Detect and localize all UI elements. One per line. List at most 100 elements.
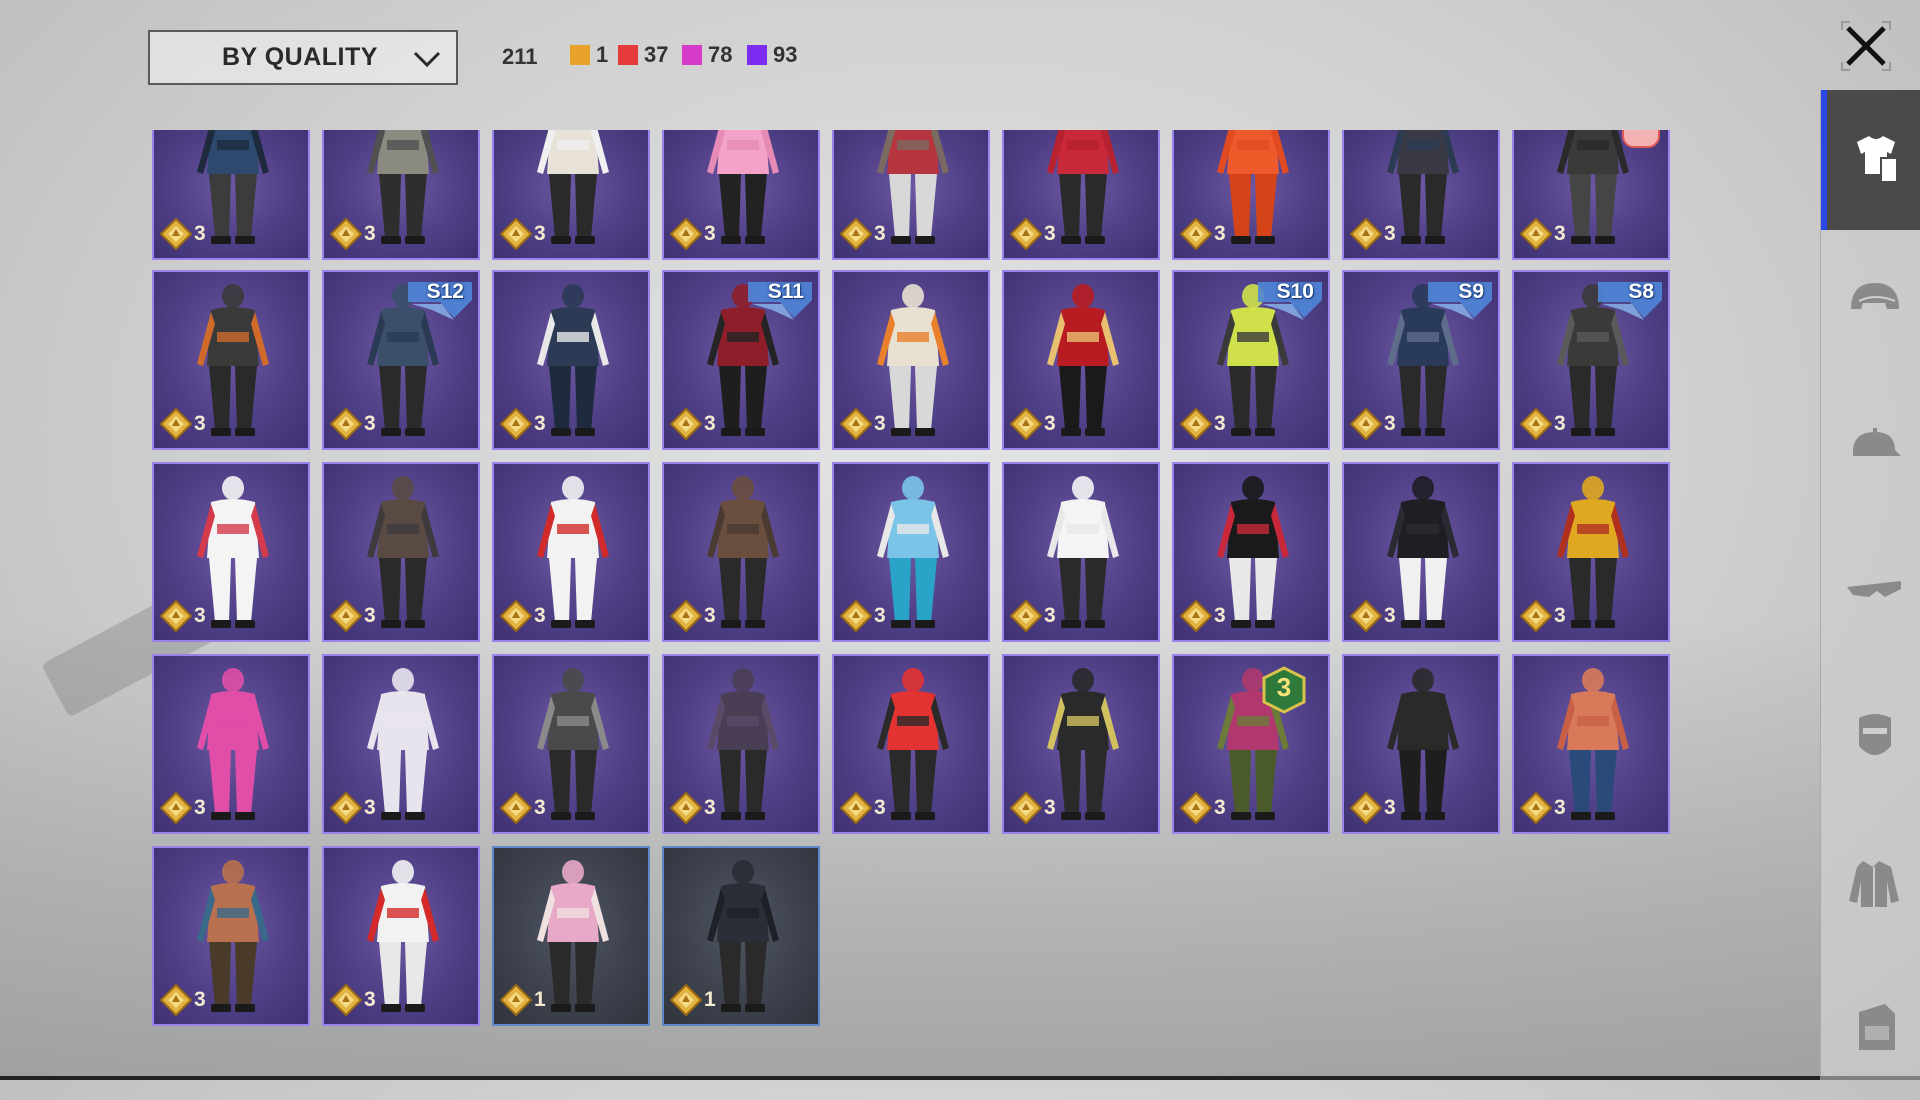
coin-icon xyxy=(1010,218,1042,250)
tile-count: 3 xyxy=(500,408,546,440)
tile-count: 3 xyxy=(670,408,716,440)
outfit-tile[interactable]: S12 3 xyxy=(322,270,480,450)
mask-icon xyxy=(1859,714,1891,755)
coin-icon xyxy=(1350,218,1382,250)
outfit-tile[interactable]: 33 xyxy=(1172,654,1330,834)
coin-icon xyxy=(500,984,532,1016)
category-outfit-set[interactable] xyxy=(1821,90,1920,230)
tile-count: 3 xyxy=(1010,218,1056,250)
quality-count-value: 93 xyxy=(773,42,798,67)
tile-count: 3 xyxy=(500,600,546,632)
tile-count: 3 xyxy=(1350,408,1396,440)
tile-count-value: 3 xyxy=(194,412,206,435)
tile-count-value: 3 xyxy=(1384,604,1396,627)
coin-icon xyxy=(1350,792,1382,824)
tile-count-value: 3 xyxy=(874,222,886,245)
outfit-tile[interactable]: 3 xyxy=(662,462,820,642)
tile-count-value: 3 xyxy=(364,988,376,1011)
tile-count-value: 3 xyxy=(534,412,546,435)
tile-count: 3 xyxy=(1010,792,1056,824)
sort-dropdown-label: BY QUALITY xyxy=(222,43,378,71)
outfit-tile[interactable]: 3 xyxy=(1512,462,1670,642)
outfit-tile[interactable]: 3 xyxy=(322,654,480,834)
outfit-tile[interactable]: 3 xyxy=(492,270,650,450)
tile-count: 3 xyxy=(1520,218,1566,250)
outfit-tile[interactable]: 3 xyxy=(322,846,480,1026)
tile-count: 3 xyxy=(160,408,206,440)
outfit-tile[interactable]: 3 xyxy=(1342,654,1500,834)
outfit-tile[interactable]: 3 xyxy=(1342,130,1500,260)
outfit-tile[interactable]: S8 3 xyxy=(1512,270,1670,450)
close-button[interactable] xyxy=(1838,18,1894,74)
outfit-tile[interactable]: 3 xyxy=(1342,462,1500,642)
coin-icon xyxy=(1520,408,1552,440)
outfit-tile[interactable]: 3 xyxy=(1172,462,1330,642)
tile-count-value: 3 xyxy=(1214,222,1226,245)
outfit-tile[interactable]: 1 xyxy=(662,846,820,1026)
backpack-icon xyxy=(1859,1004,1895,1050)
outfit-tile[interactable]: 3 xyxy=(832,462,990,642)
tile-count-value: 3 xyxy=(194,796,206,819)
outfit-tile[interactable]: 3 xyxy=(152,654,310,834)
outfit-tile[interactable]: 3 xyxy=(322,130,480,260)
outfit-tile[interactable]: 3 xyxy=(1002,462,1160,642)
tile-count: 3 xyxy=(330,408,376,440)
outfit-tile[interactable]: 3 xyxy=(492,130,650,260)
outfit-tile[interactable]: S11 3 xyxy=(662,270,820,450)
total-count: 211 xyxy=(502,44,538,69)
sort-dropdown[interactable]: BY QUALITY xyxy=(148,30,458,85)
outfit-tile[interactable]: 3 xyxy=(832,130,990,260)
quality-swatch xyxy=(682,45,702,65)
outfit-tile[interactable]: 3 xyxy=(152,130,310,260)
tile-count: 3 xyxy=(1350,600,1396,632)
coin-icon xyxy=(840,792,872,824)
tile-count-value: 3 xyxy=(704,796,716,819)
coin-icon xyxy=(1180,792,1212,824)
tile-count-value: 3 xyxy=(1044,796,1056,819)
tile-count-value: 3 xyxy=(534,222,546,245)
outfit-tile[interactable]: 3 xyxy=(152,270,310,450)
season-label: S9 xyxy=(1458,280,1484,303)
tile-count-value: 3 xyxy=(1214,796,1226,819)
outfit-tile[interactable]: 1 xyxy=(492,846,650,1026)
outfit-tile[interactable]: 3 xyxy=(492,654,650,834)
season-label: S11 xyxy=(767,280,804,303)
coin-icon xyxy=(1010,792,1042,824)
category-backpack[interactable] xyxy=(1821,960,1920,1100)
outfit-tile[interactable]: 3 xyxy=(1002,270,1160,450)
tile-count: 3 xyxy=(840,600,886,632)
category-cap[interactable] xyxy=(1821,380,1920,520)
quality-swatch xyxy=(747,45,767,65)
outfit-tile[interactable]: 3 xyxy=(1002,654,1160,834)
outfit-tile[interactable]: 3 xyxy=(1002,130,1160,260)
coin-icon xyxy=(670,408,702,440)
coin-icon xyxy=(1180,218,1212,250)
quality-count-mythic: 37 xyxy=(618,42,668,68)
outfit-tile[interactable]: 3 xyxy=(832,654,990,834)
outfit-tile[interactable]: 3 xyxy=(1512,130,1670,260)
outfit-tile[interactable]: 3 xyxy=(152,846,310,1026)
outfit-tile[interactable]: 3 xyxy=(1172,130,1330,260)
category-helmet[interactable] xyxy=(1821,235,1920,375)
outfit-tile[interactable]: 3 xyxy=(662,654,820,834)
tile-count: 3 xyxy=(1180,218,1226,250)
tile-count-value: 3 xyxy=(874,604,886,627)
tile-count-value: 3 xyxy=(1044,604,1056,627)
tile-count-value: 3 xyxy=(194,988,206,1011)
outfit-tile[interactable]: S9 3 xyxy=(1342,270,1500,450)
coin-icon xyxy=(1350,408,1382,440)
outfit-tile[interactable]: 3 xyxy=(662,130,820,260)
outfit-tile[interactable]: 3 xyxy=(1512,654,1670,834)
quality-swatch xyxy=(618,45,638,65)
outfit-tile[interactable]: 3 xyxy=(152,462,310,642)
outfit-tile[interactable]: 3 xyxy=(322,462,480,642)
coin-icon xyxy=(670,600,702,632)
category-mask[interactable] xyxy=(1821,670,1920,810)
category-glasses[interactable] xyxy=(1821,525,1920,665)
coin-icon xyxy=(330,218,362,250)
outfit-tile[interactable]: S10 3 xyxy=(1172,270,1330,450)
category-jacket[interactable] xyxy=(1821,815,1920,955)
quality-count-epic: 93 xyxy=(747,42,797,68)
outfit-tile[interactable]: 3 xyxy=(832,270,990,450)
outfit-tile[interactable]: 3 xyxy=(492,462,650,642)
